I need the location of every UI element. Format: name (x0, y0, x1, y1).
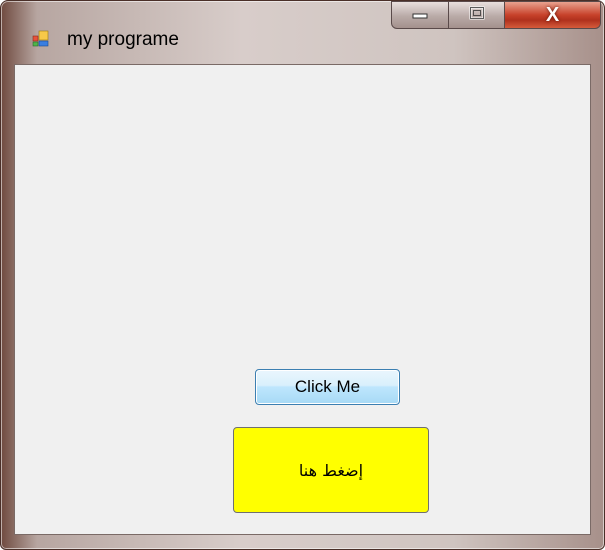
form-client-area: Click Me إضغط هنا (14, 64, 591, 535)
application-window: my programe X Click Me إضغط هنا (0, 0, 605, 550)
minimize-button[interactable] (391, 1, 449, 29)
title-bar[interactable]: my programe X (1, 1, 604, 50)
maximize-button[interactable] (449, 1, 505, 29)
minimize-icon (411, 6, 429, 24)
windows-app-icon (32, 29, 50, 47)
maximize-icon (469, 6, 485, 25)
press-here-button[interactable]: إضغط هنا (233, 427, 429, 513)
close-button[interactable]: X (505, 1, 601, 29)
click-me-button[interactable]: Click Me (255, 369, 400, 405)
window-title: my programe (67, 29, 179, 50)
close-icon: X (545, 3, 560, 26)
caption-buttons: X (391, 1, 601, 33)
